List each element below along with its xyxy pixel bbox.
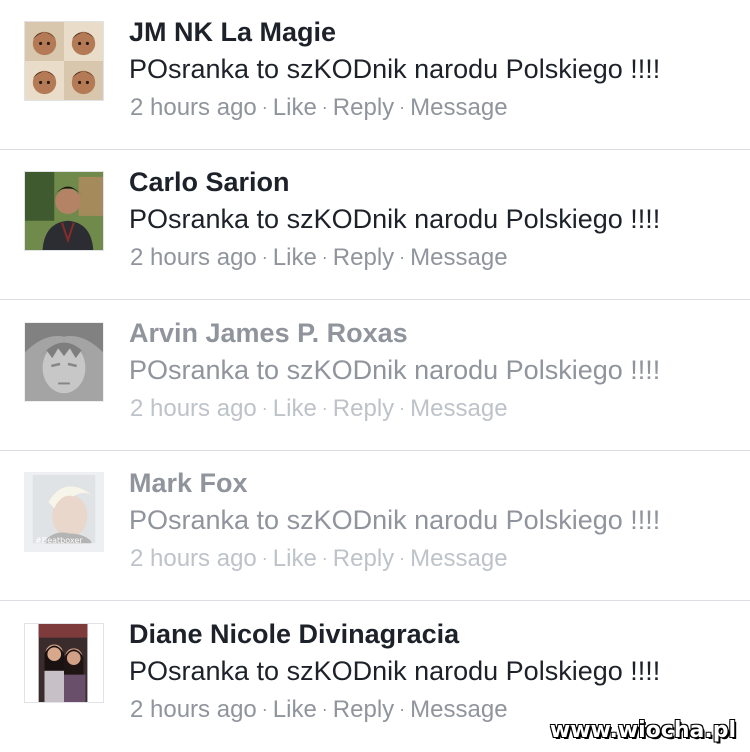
commenter-name[interactable]: Mark Fox bbox=[129, 466, 248, 500]
message-link[interactable]: Message bbox=[410, 395, 507, 422]
reply-link[interactable]: Reply bbox=[333, 395, 394, 422]
commenter-name[interactable]: JM NK La Magie bbox=[129, 15, 336, 49]
message-link[interactable]: Message bbox=[410, 696, 507, 723]
comment-timestamp[interactable]: 2 hours ago bbox=[130, 94, 257, 121]
dot-separator: · bbox=[321, 548, 328, 568]
comment-item: #Beatboxer Mark Fox POsranka to szKODnik… bbox=[0, 451, 750, 601]
reply-link[interactable]: Reply bbox=[333, 696, 394, 723]
dot-separator: · bbox=[261, 97, 268, 117]
comment-divider bbox=[0, 299, 750, 300]
man-outdoor-avatar-icon bbox=[25, 172, 103, 250]
commenter-avatar[interactable] bbox=[24, 171, 104, 251]
dot-separator: · bbox=[399, 97, 406, 117]
reply-link[interactable]: Reply bbox=[333, 94, 394, 121]
commenter-avatar[interactable]: #Beatboxer bbox=[24, 472, 104, 552]
like-link[interactable]: Like bbox=[273, 395, 317, 422]
comment-actions: 2 hours ago · Like · Reply · Message bbox=[130, 694, 508, 725]
comment-item: JM NK La Magie POsranka to szKODnik naro… bbox=[0, 0, 750, 150]
commenter-name[interactable]: Arvin James P. Roxas bbox=[129, 316, 408, 350]
dot-separator: · bbox=[321, 247, 328, 267]
dot-separator: · bbox=[321, 97, 328, 117]
comment-item: Arvin James P. Roxas POsranka to szKODni… bbox=[0, 301, 750, 451]
like-link[interactable]: Like bbox=[273, 94, 317, 121]
dot-separator: · bbox=[261, 699, 268, 719]
manga-character-avatar-icon bbox=[25, 323, 103, 401]
message-link[interactable]: Message bbox=[410, 94, 507, 121]
commenter-avatar[interactable] bbox=[24, 623, 104, 703]
comment-timestamp[interactable]: 2 hours ago bbox=[130, 395, 257, 422]
message-link[interactable]: Message bbox=[410, 545, 507, 572]
dot-separator: · bbox=[261, 247, 268, 267]
dot-separator: · bbox=[261, 398, 268, 418]
site-watermark: www.wiocha.pl bbox=[549, 718, 736, 743]
dot-separator: · bbox=[399, 548, 406, 568]
comment-actions: 2 hours ago · Like · Reply · Message bbox=[130, 92, 508, 123]
commenter-avatar[interactable] bbox=[24, 322, 104, 402]
comment-text: POsranka to szKODnik narodu Polskiego !!… bbox=[129, 505, 661, 535]
comment-item: Carlo Sarion POsranka to szKODnik narodu… bbox=[0, 150, 750, 300]
dot-separator: · bbox=[261, 548, 268, 568]
like-link[interactable]: Like bbox=[273, 696, 317, 723]
avatar-caption: #Beatboxer bbox=[35, 536, 83, 545]
commenter-name[interactable]: Carlo Sarion bbox=[129, 165, 290, 199]
comment-text: POsranka to szKODnik narodu Polskiego !!… bbox=[129, 204, 661, 234]
dot-separator: · bbox=[399, 247, 406, 267]
comment-text: POsranka to szKODnik narodu Polskiego !!… bbox=[129, 656, 661, 686]
two-girls-avatar-icon bbox=[25, 624, 103, 702]
comment-timestamp[interactable]: 2 hours ago bbox=[130, 696, 257, 723]
reply-link[interactable]: Reply bbox=[333, 545, 394, 572]
comment-timestamp[interactable]: 2 hours ago bbox=[130, 545, 257, 572]
dot-separator: · bbox=[321, 398, 328, 418]
commenter-avatar[interactable] bbox=[24, 21, 104, 101]
comment-text: POsranka to szKODnik narodu Polskiego !!… bbox=[129, 355, 661, 385]
comment-actions: 2 hours ago · Like · Reply · Message bbox=[130, 543, 508, 574]
comment-text: POsranka to szKODnik narodu Polskiego !!… bbox=[129, 54, 661, 84]
like-link[interactable]: Like bbox=[273, 545, 317, 572]
comment-timestamp[interactable]: 2 hours ago bbox=[130, 244, 257, 271]
comment-divider bbox=[0, 600, 750, 601]
reply-link[interactable]: Reply bbox=[333, 244, 394, 271]
commenter-name[interactable]: Diane Nicole Divinagracia bbox=[129, 617, 459, 651]
dot-separator: · bbox=[321, 699, 328, 719]
like-link[interactable]: Like bbox=[273, 244, 317, 271]
four-baby-photos-avatar-icon bbox=[25, 22, 103, 100]
comment-actions: 2 hours ago · Like · Reply · Message bbox=[130, 242, 508, 273]
message-link[interactable]: Message bbox=[410, 244, 507, 271]
comment-actions: 2 hours ago · Like · Reply · Message bbox=[130, 393, 508, 424]
dot-separator: · bbox=[399, 398, 406, 418]
dot-separator: · bbox=[399, 699, 406, 719]
